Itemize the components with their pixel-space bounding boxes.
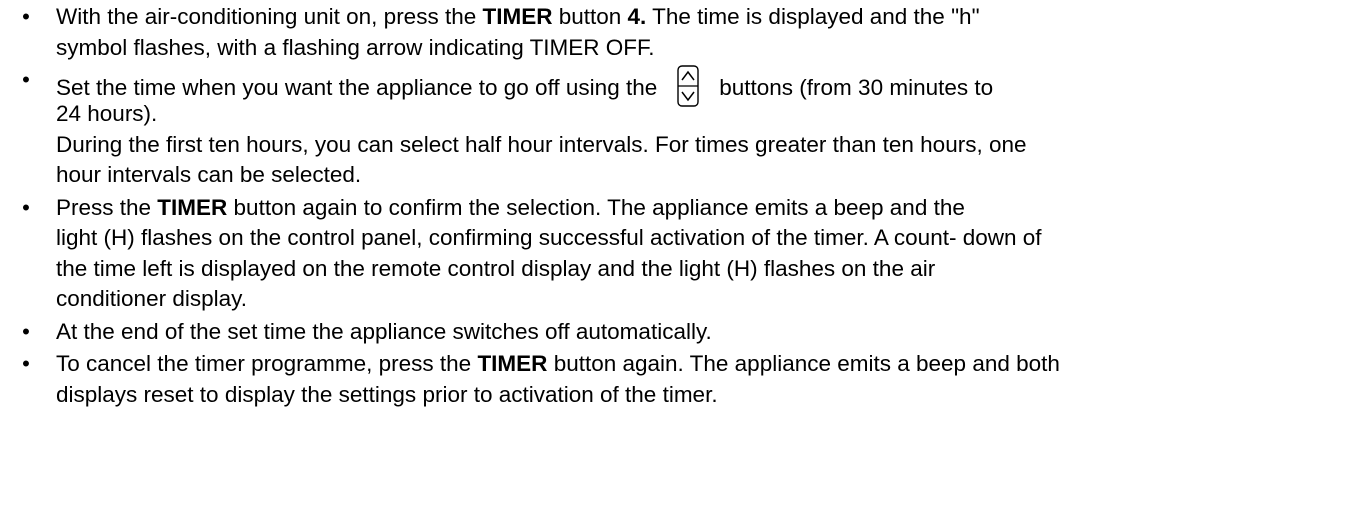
list-item: • To cancel the timer programme, press t…	[0, 349, 1367, 410]
item-line: hour intervals can be selected.	[56, 162, 362, 187]
bullet-icon: •	[22, 4, 30, 29]
bullet-icon: •	[22, 318, 30, 344]
text: The time is displayed and the "h"	[646, 4, 980, 29]
list-item: • Set the time when you want the applian…	[0, 65, 1367, 191]
item-line: To cancel the timer programme, press the…	[56, 349, 1367, 380]
item-line: displays reset to display the settings p…	[56, 381, 718, 407]
text: button again to confirm the selection. T…	[227, 194, 965, 220]
up-down-arrow-buttons-icon	[677, 65, 699, 107]
text: button	[552, 4, 628, 29]
text: Press the	[56, 194, 158, 220]
text: buttons (from 30 minutes to	[719, 75, 994, 100]
timer-keyword: TIMER	[477, 351, 548, 376]
timer-keyword: TIMER	[157, 194, 228, 220]
item-line: light (H) flashes on the control panel, …	[56, 225, 1042, 250]
item-line: Press the TIMER button again to confirm …	[56, 193, 1367, 224]
instruction-list: • With the air-conditioning unit on, pre…	[0, 2, 1367, 412]
text: With the air-conditioning unit on, press…	[56, 4, 483, 29]
button-number: 4.	[627, 4, 647, 29]
item-line: symbol flashes, with a flashing arrow in…	[56, 34, 655, 60]
list-item: • With the air-conditioning unit on, pre…	[0, 2, 1367, 63]
item-line: During the first ten hours, you can sele…	[56, 131, 1027, 157]
item-line: conditioner display.	[56, 286, 247, 311]
timer-keyword: TIMER	[482, 4, 553, 29]
bullet-icon: •	[22, 194, 30, 220]
bullet-icon: •	[22, 67, 30, 92]
item-line: the time left is displayed on the remote…	[56, 255, 936, 281]
bullet-icon: •	[22, 351, 30, 376]
text: button again. The appliance emits a beep…	[547, 351, 1060, 376]
list-item: • Press the TIMER button again to confir…	[0, 193, 1367, 315]
text: Set the time when you want the appliance…	[56, 75, 658, 100]
item-line: With the air-conditioning unit on, press…	[56, 2, 1367, 33]
list-item: • At the end of the set time the applian…	[0, 317, 1367, 348]
text: To cancel the timer programme, press the	[56, 351, 478, 376]
item-line: At the end of the set time the appliance…	[56, 318, 712, 344]
